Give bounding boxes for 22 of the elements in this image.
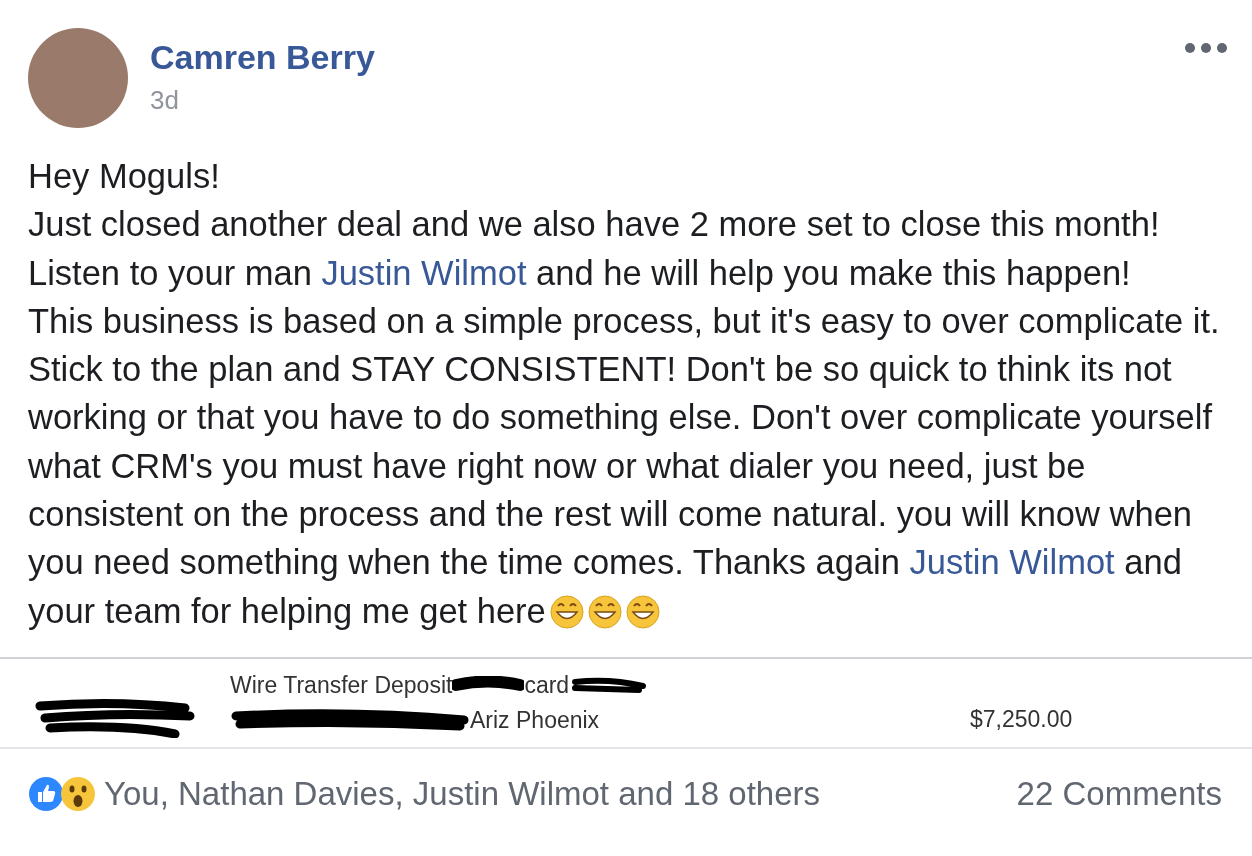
profile-link[interactable]: Justin Wilmot bbox=[909, 543, 1115, 582]
post-text: Hey Moguls! bbox=[28, 156, 221, 197]
comments-count-link[interactable]: 22 Comments bbox=[1016, 774, 1222, 813]
bank-statement-image[interactable]: Wire Transfer Deposit card Ariz Phoenix $7,250.00 bbox=[0, 656, 1252, 749]
transaction-description: Wire Transfer Deposit bbox=[230, 671, 453, 699]
grinning-emoji-icon bbox=[625, 594, 660, 629]
transaction-amount: $7,250.00 bbox=[970, 705, 1073, 734]
redaction-scribble-icon bbox=[230, 708, 470, 733]
post-text: Listen to your man Justin Wilmot and he will help you make this happen! bbox=[28, 252, 1132, 294]
reactions-summary-link[interactable]: You, Nathan Davies, Justin Wilmot and 18 others bbox=[104, 774, 820, 813]
post-text: This business is based on a simple process, but it's easy to over complicate it. Stick to the plan and STAY CONSISTENT! Don't be so quick to think its not working or that you have to do something else. Don't over complicate yourself what CRM's you must have right now or what dialer you need, just be consistent on the process and the rest will come natural. you will know when you need something when the time comes. Thanks again Justin Wilmot and your team for helping me get here bbox=[28, 300, 1221, 632]
more-options-icon[interactable] bbox=[1184, 42, 1228, 54]
grinning-emoji-icon bbox=[549, 594, 584, 629]
profile-link[interactable]: Justin Wilmot bbox=[321, 253, 527, 292]
transaction-location: Ariz Phoenix bbox=[470, 706, 600, 734]
author-name-link[interactable]: Camren Berry bbox=[150, 38, 1162, 77]
grinning-emoji-icon bbox=[587, 594, 622, 629]
redaction-scribble-icon bbox=[35, 697, 195, 738]
transaction-description: card bbox=[524, 671, 570, 699]
wow-reaction-icon[interactable] bbox=[60, 775, 96, 812]
post-text: Just closed another deal and we also have 2 more set to close this month! bbox=[28, 204, 1161, 246]
post-time: 3d bbox=[150, 85, 180, 116]
